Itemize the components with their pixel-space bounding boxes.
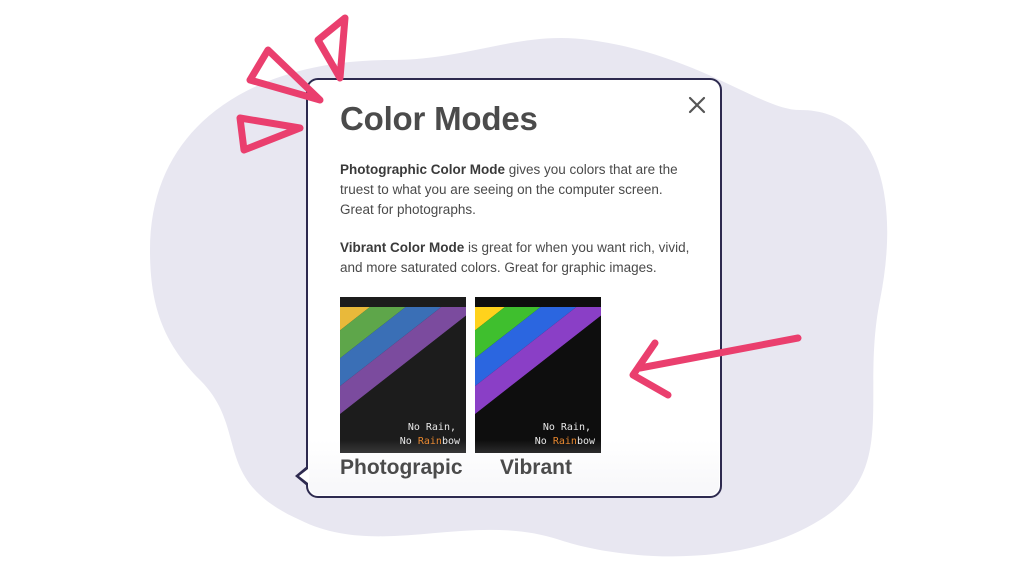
photographic-mode-name: Photographic Color Mode [340,162,505,177]
photographic-mode-description: Photographic Color Mode gives you colors… [340,160,690,220]
close-button[interactable] [684,92,710,118]
popover-tail-inner [299,469,308,483]
thumbnail-caption-line1: No Rain, [542,422,591,433]
photographic-thumbnail[interactable]: No Rain, No Rainbow [340,297,466,453]
thumbnail-caption-line1: No Rain, [407,422,456,433]
vibrant-mode-description: Vibrant Color Mode is great for when you… [340,238,690,278]
vibrant-mode-name: Vibrant Color Mode [340,240,465,255]
photographic-label: Photograpic [340,456,463,479]
popover-title: Color Modes [340,100,538,137]
vibrant-label: Vibrant [500,456,572,479]
thumbnail-caption-line2: No Rainbow [534,436,595,447]
thumbnail-caption-line2: No Rainbow [399,436,460,447]
close-icon [688,96,706,114]
vibrant-thumbnail[interactable]: No Rain, No Rainbow [475,297,601,453]
